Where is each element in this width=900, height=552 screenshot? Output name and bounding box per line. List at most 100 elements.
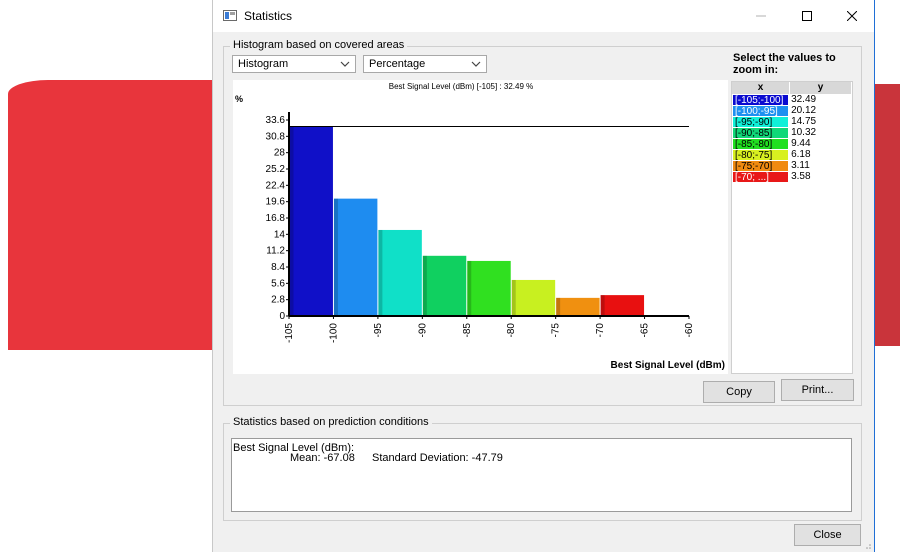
y-tick-label: 28	[274, 148, 286, 159]
zoom-table-cell-x: [-85;-80]	[732, 138, 790, 150]
histogram-bar-shade	[467, 260, 472, 316]
zoom-table-row[interactable]: [-100;-95] 20.12	[732, 105, 852, 117]
y-tick-label: 11.2	[266, 246, 285, 257]
histogram-svg: Best Signal Level (dBm) [-105] : 32.49 %…	[235, 82, 725, 371]
zoom-table-header-y: y	[790, 82, 852, 94]
x-tick-label: -95	[373, 323, 384, 338]
zoom-table-cell-y: 9.44	[791, 138, 811, 149]
histogram-bar	[422, 255, 467, 316]
histogram-bar	[467, 260, 511, 316]
y-tick-label: 5.6	[271, 278, 285, 289]
zoom-table-cell-y: 32.49	[791, 94, 817, 105]
x-tick-label: -70	[595, 323, 606, 338]
zoom-table-row[interactable]: [-95;-90] 14.75	[732, 116, 852, 128]
resize-grip-icon[interactable]	[864, 542, 872, 550]
copy-button[interactable]: Copy	[703, 381, 775, 403]
background-red-shape-left	[8, 80, 214, 350]
x-tick-label: -100	[328, 323, 339, 343]
print-button[interactable]: Print...	[781, 379, 854, 401]
window-app-icon	[223, 10, 237, 21]
zoom-table-cell-x: [-80;-75]	[732, 149, 790, 161]
zoom-table-row[interactable]: [-70; ...] 3.58	[732, 171, 852, 183]
y-tick-label: 25.2	[266, 164, 286, 175]
histogram-bar	[333, 198, 378, 316]
y-tick-label: 8.4	[271, 262, 285, 273]
y-tick-label: 19.6	[266, 197, 286, 208]
chevron-down-icon	[340, 61, 350, 67]
y-tick-label: 0	[279, 311, 285, 322]
zoom-table-row[interactable]: [-90;-85] 10.32	[732, 127, 852, 139]
zoom-table-header: x y	[732, 82, 852, 94]
y-tick-label: 30.8	[266, 131, 286, 142]
zoom-table-cell-x: [-100;-95]	[732, 105, 790, 117]
zoom-table-cell-x: [-75;-70]	[732, 160, 790, 172]
histogram-group-label: Histogram based on covered areas	[230, 39, 408, 51]
y-tick-label: 33.6	[266, 115, 286, 126]
zoom-table-cell-x: [-70; ...]	[732, 171, 790, 183]
zoom-table-cell-y: 3.58	[791, 171, 811, 182]
histogram-chart[interactable]: Best Signal Level (dBm) [-105] : 32.49 %…	[233, 80, 728, 374]
histogram-bar-shade	[378, 229, 383, 316]
histogram-bar	[289, 126, 333, 316]
zoom-table-cell-y: 10.32	[791, 127, 817, 138]
histogram-type-select[interactable]: Histogram	[232, 55, 356, 73]
chart-title: Best Signal Level (dBm) [-105] : 32.49 %	[389, 82, 534, 91]
histogram-bar	[600, 295, 645, 316]
histogram-bar-shade	[600, 295, 605, 316]
x-tick-label: -105	[284, 323, 295, 343]
x-axis-label: Best Signal Level (dBm)	[611, 360, 725, 371]
minimize-icon	[756, 15, 766, 17]
zoom-table-row[interactable]: [-85;-80] 9.44	[732, 138, 852, 150]
histogram-bar	[378, 229, 422, 316]
histogram-bar-shade	[289, 126, 294, 316]
histogram-mode-value: Percentage	[369, 58, 426, 70]
zoom-table-row[interactable]: [-80;-75] 6.18	[732, 149, 852, 161]
x-tick-label: -65	[640, 323, 651, 338]
minimize-button[interactable]	[738, 0, 784, 32]
close-button[interactable]: Close	[794, 524, 861, 546]
maximize-icon	[802, 11, 812, 21]
zoom-prompt: Select the values to zoom in:	[733, 52, 836, 76]
zoom-table-cell-y: 20.12	[791, 105, 817, 116]
window-title: Statistics	[244, 9, 293, 23]
x-tick-label: -85	[462, 323, 473, 338]
histogram-type-value: Histogram	[238, 58, 289, 70]
histogram-mode-select[interactable]: Percentage	[363, 55, 487, 73]
zoom-table-row[interactable]: [-75;-70] 3.11	[732, 160, 852, 172]
histogram-bar-shade	[333, 198, 338, 316]
histogram-bar	[511, 279, 556, 316]
zoom-table-row[interactable]: [-105;-100] 32.49	[732, 94, 852, 106]
maximize-button[interactable]	[784, 0, 830, 32]
statistics-window: Statistics Histogram based on covered ar…	[212, 0, 875, 552]
background-red-shape-right	[872, 84, 900, 346]
zoom-table-cell-x: [-95;-90]	[732, 116, 790, 128]
zoom-table-cell-y: 6.18	[791, 149, 811, 160]
prediction-mean: Mean: -67.08	[290, 452, 355, 464]
close-window-button[interactable]	[829, 0, 875, 32]
y-tick-label: 2.8	[271, 295, 285, 306]
histogram-bar-shade	[556, 297, 561, 316]
zoom-table-cell-y: 3.11	[791, 160, 810, 171]
x-tick-label: -80	[506, 323, 517, 338]
zoom-table-header-x: x	[732, 82, 790, 94]
x-tick-label: -75	[551, 323, 562, 338]
y-axis-label: %	[235, 94, 243, 104]
y-tick-label: 22.4	[266, 180, 286, 191]
y-tick-label: 16.8	[266, 213, 286, 224]
title-bar[interactable]: Statistics	[213, 0, 874, 32]
prediction-text-box[interactable]: Best Signal Level (dBm): Mean: -67.08 St…	[231, 438, 852, 512]
x-tick-label: -60	[684, 323, 695, 338]
zoom-table[interactable]: x y [-105;-100] 32.49 [-100;-95] 20.12 [-95;…	[731, 81, 853, 374]
histogram-bar-shade	[422, 255, 427, 316]
histogram-bar-shade	[511, 279, 516, 316]
chevron-down-icon	[471, 61, 481, 67]
zoom-table-cell-x: [-105;-100]	[732, 94, 790, 106]
prediction-group-label: Statistics based on prediction condition…	[230, 416, 432, 428]
y-tick-label: 14	[274, 229, 286, 240]
close-icon	[847, 11, 857, 21]
histogram-bar	[556, 297, 600, 316]
prediction-std: Standard Deviation: -47.79	[372, 452, 503, 464]
zoom-table-cell-y: 14.75	[791, 116, 817, 127]
zoom-table-cell-x: [-90;-85]	[732, 127, 790, 139]
x-tick-label: -90	[417, 323, 428, 338]
